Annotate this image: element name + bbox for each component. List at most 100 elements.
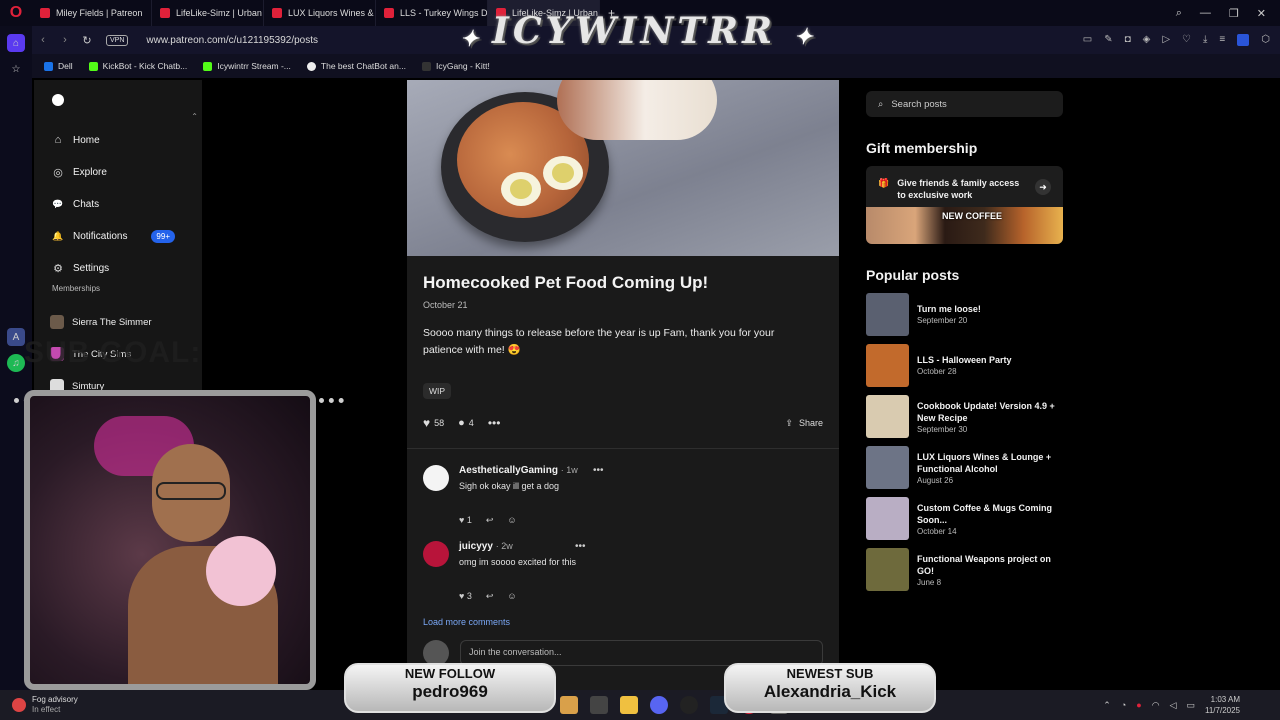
shield-icon[interactable]: ◈ [1143,34,1151,46]
reply-icon[interactable]: ↩ [486,515,494,526]
nav-settings[interactable]: ⚙ Settings [52,252,197,284]
bookmark-chatbot[interactable]: The best ChatBot an... [306,61,406,71]
heart-icon[interactable]: ♡ [1182,34,1191,46]
forward-icon[interactable]: › [54,34,76,46]
nav-chats[interactable]: 💬 Chats [52,188,197,220]
comment-more-button[interactable]: ••• [575,541,586,552]
clock-date: 11/7/2025 [1205,706,1240,715]
task-view-icon[interactable] [590,696,608,714]
wifi-icon[interactable]: ◠ [1152,700,1160,711]
speaker-icon[interactable]: ◁ [1170,700,1177,711]
home-icon[interactable]: ⌂ [7,34,25,52]
like-button[interactable]: ♥ 58 [423,416,444,430]
profile-icon[interactable] [1237,34,1250,46]
comment-like-button[interactable]: ♥ 1 [459,515,472,526]
minimize-icon[interactable]: — [1200,7,1211,20]
bookmark-icygang[interactable]: IcyGang - Kitt! [421,61,490,71]
newest-sub-name: Alexandria_Kick [763,682,897,701]
close-icon[interactable]: ✕ [1257,7,1266,20]
popular-post-item[interactable]: Turn me loose! September 20 [866,293,1063,337]
tab-2[interactable]: LifeLike-Simz | Urban Cor [152,0,264,26]
post-body: Homecooked Pet Food Coming Up! October 2… [423,256,827,399]
menu-icon[interactable]: ≡ [1219,34,1225,46]
reload-icon[interactable]: ↻ [76,34,98,47]
edit-icon[interactable]: ✎ [1104,34,1112,46]
post-title[interactable]: Homecooked Pet Food Coming Up! [423,273,827,293]
bookmark-icywintrr[interactable]: Icywintrr Stream -... [203,61,291,71]
reaction-icon[interactable]: ☺ [507,591,516,602]
back-icon[interactable]: ‹ [32,34,54,46]
windows-taskbar: Fog advisory In effect ⌃ ◔ ● ◠ ◁ ▭ 1:03 A… [0,690,1280,720]
url-field[interactable]: www.patreon.com/c/u121195392/posts [146,35,318,46]
tab-1[interactable]: Miley Fields | Patreon [32,0,152,26]
vpn-badge[interactable]: VPN [106,34,129,46]
arrow-right-icon[interactable]: ➜ [1035,179,1051,195]
nav-notifications[interactable]: 🔔 Notifications 99+ [52,220,197,252]
post-date: October 21 [423,300,468,310]
pompom-image [206,536,276,606]
popular-post-item[interactable]: LUX Liquors Wines & Lounge + Functional … [866,446,1063,490]
popular-post-item[interactable]: Cookbook Update! Version 4.9 + New Recip… [866,395,1063,439]
more-options-button[interactable]: ••• [488,416,501,430]
star-icon[interactable]: ☆ [7,60,25,78]
popular-post-item[interactable]: Functional Weapons project on GO! June 8 [866,548,1063,592]
nav-home[interactable]: ⌂ Home [52,124,197,156]
commenter-name[interactable]: juicyyy [459,541,493,552]
clock[interactable]: 1:03 AM 11/7/2025 [1205,694,1240,716]
extensions-icon[interactable]: ⬡ [1261,34,1270,46]
chevron-up-icon[interactable]: ⌃ [1103,700,1111,711]
tab-snap-icon[interactable]: ▭ [1083,34,1092,46]
nav-label: Explore [73,166,107,178]
patreon-favicon-icon [384,8,394,18]
nav-label: Chats [73,198,100,210]
search-tabs-icon[interactable]: ⌕ [1176,7,1182,20]
share-icon: ⇪ [785,417,793,428]
bookmark-kickbot[interactable]: KickBot - Kick Chatb... [88,61,187,71]
popular-post-item[interactable]: Custom Coffee & Mugs Coming Soon... Octob… [866,497,1063,541]
commenter-avatar[interactable] [423,465,449,491]
obs-icon[interactable] [680,696,698,714]
comment-more-button[interactable]: ••• [593,465,604,476]
play-icon[interactable]: ▷ [1162,34,1170,46]
commenter-name[interactable]: AestheticallyGaming [459,465,558,476]
share-button[interactable]: ⇪ Share [785,418,823,429]
load-more-comments-link[interactable]: Load more comments [423,617,510,627]
battery-icon[interactable]: ▭ [1186,700,1195,711]
file-explorer-icon[interactable] [620,696,638,714]
popular-post-item[interactable]: LLS - Halloween Party October 28 [866,344,1063,388]
patreon-nav: ⌂ Home ◎ Explore 💬 Chats 🔔 Notifications 99+ … [52,124,197,284]
spotify-icon[interactable]: ♫ [7,354,25,372]
bookmark-dell[interactable]: Dell [44,61,73,71]
kittl-icon [421,61,431,71]
nav-explore[interactable]: ◎ Explore [52,156,197,188]
creator-avatar [50,315,64,329]
new-follow-label: NEW FOLLOW [404,666,496,681]
post-image[interactable] [407,80,839,256]
collapse-chevron-icon[interactable]: ⌃ [191,112,198,121]
maximize-icon[interactable]: ❐ [1229,7,1239,20]
post-tag[interactable]: WIP [423,383,452,399]
weather-widget[interactable]: Fog advisory In effect [0,695,78,715]
app-icon[interactable] [560,696,578,714]
download-icon[interactable]: ⤓ [1203,34,1207,46]
network-icon[interactable]: ◔ [1121,700,1126,710]
reaction-icon[interactable]: ☺ [507,515,516,526]
gift-membership-card[interactable]: 🎁 Give friends & family access to exclus… [866,166,1063,244]
search-icon: ⌕ [878,98,884,110]
sparkle-icon: ✦ [460,26,483,52]
reply-icon[interactable]: ↩ [486,591,494,602]
tab-3[interactable]: LUX Liquors Wines & Lou [264,0,376,26]
discord-icon[interactable] [650,696,668,714]
mic-icon[interactable]: ● [1136,700,1141,710]
aria-icon[interactable]: A [7,328,25,346]
kick-icon [203,61,213,71]
membership-sierra[interactable]: Sierra The Simmer [50,306,200,338]
commenter-avatar[interactable] [423,541,449,567]
search-posts-input[interactable]: ⌕ Search posts [866,91,1063,117]
patreon-logo-icon[interactable] [52,94,64,106]
camera-icon[interactable]: ◘ [1125,34,1131,46]
comment-button[interactable]: ● 4 [458,417,474,429]
comment-like-button[interactable]: ♥ 3 [459,591,472,602]
opera-logo-icon[interactable]: O [0,0,32,26]
popular-post-date: September 20 [917,316,968,325]
